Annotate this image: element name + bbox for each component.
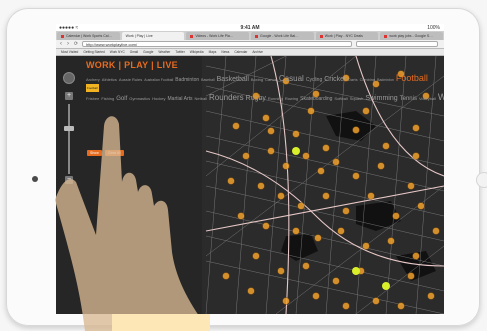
photo-scene: ●●●●● ≈ 9:41 AM 100% Calendar | Work Spo… xyxy=(0,0,487,331)
hand-sleeve xyxy=(112,314,210,331)
hand-overlay xyxy=(55,116,210,331)
